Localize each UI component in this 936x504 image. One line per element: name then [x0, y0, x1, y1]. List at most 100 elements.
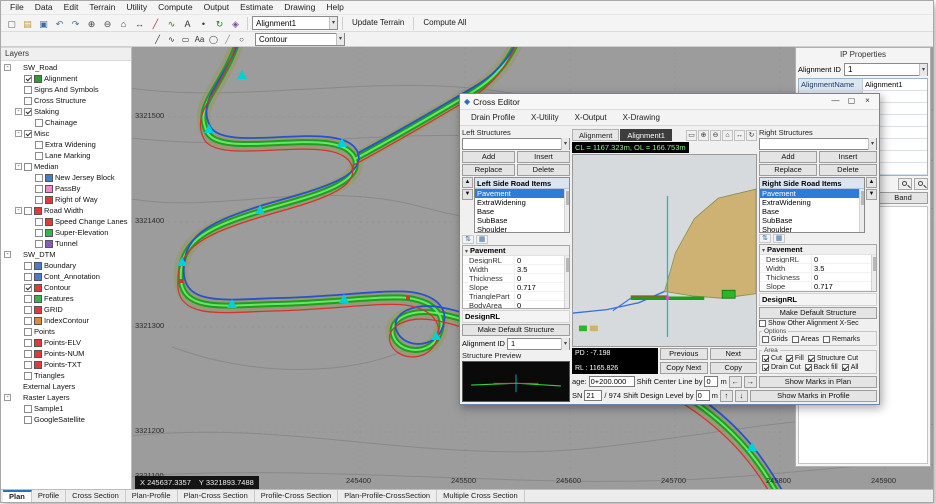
polyline-icon[interactable]: ∿: [165, 33, 178, 45]
cross-section-plot[interactable]: [572, 154, 757, 347]
search-button[interactable]: [898, 178, 912, 190]
option-checkbox-row[interactable]: Areas: [792, 336, 819, 343]
layer-tree-row[interactable]: - Raster Layers: [1, 392, 131, 403]
layer-tree-row[interactable]: Cross Structure: [1, 95, 131, 106]
layer-tree-row[interactable]: Alignment: [1, 73, 131, 84]
slope-icon[interactable]: ╱: [221, 33, 234, 45]
layer-visibility-checkbox[interactable]: [35, 240, 43, 248]
road-item[interactable]: ExtraWidening: [475, 198, 569, 207]
group-expand-icon[interactable]: ▾: [465, 249, 468, 255]
layer-visibility-checkbox[interactable]: [24, 97, 32, 105]
property-value[interactable]: 0: [515, 301, 569, 309]
update-terrain-button[interactable]: Update Terrain: [347, 16, 409, 30]
road-item[interactable]: Pavement: [760, 189, 864, 198]
view-tab[interactable]: Plan-Profile-CrossSection: [338, 490, 437, 502]
option-checkbox-row[interactable]: Grids: [762, 336, 788, 343]
copy-next-button[interactable]: Copy Next: [660, 362, 708, 374]
tree-expander-icon[interactable]: [15, 405, 22, 412]
area-checkbox-row[interactable]: Cut: [762, 355, 782, 362]
dialog-alignment-id-select[interactable]: 1 ▾: [507, 338, 570, 350]
refresh-icon[interactable]: ↻: [746, 130, 757, 141]
right-road-items-list[interactable]: Right Side Road Items PavementExtraWiden…: [759, 177, 865, 233]
sort-icon[interactable]: ⇅: [462, 235, 474, 244]
property-row[interactable]: DesignRL 0: [760, 255, 876, 264]
layer-tree-row[interactable]: Features: [1, 293, 131, 304]
property-value[interactable]: 0: [812, 273, 876, 281]
property-row[interactable]: TrianglePart 0: [760, 291, 876, 292]
tree-expander-icon[interactable]: -: [4, 394, 11, 401]
compute-all-button[interactable]: Compute All: [418, 16, 471, 30]
tree-expander-icon[interactable]: [15, 295, 22, 302]
tree-expander-icon[interactable]: [26, 141, 33, 148]
tree-expander-icon[interactable]: [15, 86, 22, 93]
layer-tree-row[interactable]: - Misc: [1, 128, 131, 139]
tree-expander-icon[interactable]: [4, 383, 11, 390]
tree-expander-icon[interactable]: [15, 306, 22, 313]
layer-visibility-checkbox[interactable]: [24, 405, 32, 413]
layer-visibility-checkbox[interactable]: [35, 229, 43, 237]
layer-tree-row[interactable]: IndexContour: [1, 315, 131, 326]
layer-tree-row[interactable]: - Road Width: [1, 205, 131, 216]
view-tab[interactable]: Plan: [3, 490, 32, 502]
tree-expander-icon[interactable]: [15, 372, 22, 379]
layer-tree-row[interactable]: Points: [1, 326, 131, 337]
layer-visibility-checkbox[interactable]: [24, 361, 32, 369]
tree-expander-icon[interactable]: [26, 240, 33, 247]
alignment-id-select[interactable]: 1 ▾: [844, 63, 928, 76]
road-item[interactable]: SubBase: [760, 216, 864, 225]
zoom-in-icon[interactable]: ⊕: [84, 16, 99, 31]
scrollbar[interactable]: [871, 255, 876, 291]
pan-icon[interactable]: ↔: [734, 130, 745, 141]
layer-visibility-checkbox[interactable]: [35, 196, 43, 204]
menu-item[interactable]: Terrain: [84, 2, 120, 13]
close-icon[interactable]: ×: [860, 95, 875, 108]
layer-visibility-checkbox[interactable]: [35, 185, 43, 193]
tree-expander-icon[interactable]: -: [15, 163, 22, 170]
shift-design-input[interactable]: [696, 390, 710, 401]
tree-expander-icon[interactable]: [15, 361, 22, 368]
tree-expander-icon[interactable]: [26, 174, 33, 181]
measure-icon[interactable]: ╱: [148, 16, 163, 31]
dialog-tab[interactable]: X-Output: [568, 112, 614, 125]
shift-left-icon[interactable]: ←: [729, 376, 742, 388]
right-delete-button[interactable]: Delete: [819, 164, 877, 176]
redo-icon[interactable]: ↷: [68, 16, 83, 31]
sort-icon[interactable]: ⇅: [759, 234, 771, 243]
left-property-grid[interactable]: ▾Pavement DesignRL 0 Width 3.5: [462, 245, 570, 309]
refresh-icon[interactable]: ↻: [212, 16, 227, 31]
property-value[interactable]: 0: [812, 255, 876, 263]
menu-item[interactable]: Data: [30, 2, 58, 13]
layer-tree-row[interactable]: Extra Widening: [1, 139, 131, 150]
shift-center-input[interactable]: [704, 376, 718, 387]
tree-expander-icon[interactable]: [26, 119, 33, 126]
zoom-in-icon[interactable]: ⊕: [698, 130, 709, 141]
table-row[interactable]: AlignmentName Alignment1: [799, 79, 927, 91]
tree-expander-icon[interactable]: [26, 185, 33, 192]
right-property-grid[interactable]: ▾Pavement DesignRL 0: [759, 244, 877, 292]
property-row[interactable]: Thickness 0: [760, 273, 876, 282]
move-up-icon[interactable]: ▲: [462, 177, 473, 188]
pan-icon[interactable]: ↔: [132, 16, 147, 31]
tree-expander-icon[interactable]: [15, 339, 22, 346]
area-checkbox[interactable]: [762, 364, 769, 371]
show-marks-in-profile-button[interactable]: Show Marks in Profile: [750, 390, 877, 402]
shift-right-icon[interactable]: →: [744, 376, 757, 388]
area-checkbox[interactable]: [808, 355, 815, 362]
layer-visibility-checkbox[interactable]: [24, 416, 32, 424]
layer-visibility-checkbox[interactable]: [35, 119, 43, 127]
left-replace-button[interactable]: Replace: [462, 164, 515, 176]
left-structure-select[interactable]: ▾: [462, 138, 570, 150]
property-row[interactable]: Width 3.5: [463, 265, 569, 274]
layer-visibility-checkbox[interactable]: [24, 339, 32, 347]
property-value[interactable]: 3.5: [515, 265, 569, 273]
menu-item[interactable]: File: [5, 2, 29, 13]
option-checkbox[interactable]: [762, 336, 769, 343]
road-item[interactable]: Shoulder: [760, 225, 864, 233]
layer-visibility-checkbox[interactable]: [35, 174, 43, 182]
area-checkbox-row[interactable]: Back fill: [805, 364, 838, 371]
menu-item[interactable]: Compute: [153, 2, 198, 13]
layer-tree-row[interactable]: Chainage: [1, 117, 131, 128]
layer-visibility-checkbox[interactable]: [24, 130, 32, 138]
zoom-out-icon[interactable]: ⊖: [100, 16, 115, 31]
layer-tree-row[interactable]: Cont_Annotation: [1, 271, 131, 282]
